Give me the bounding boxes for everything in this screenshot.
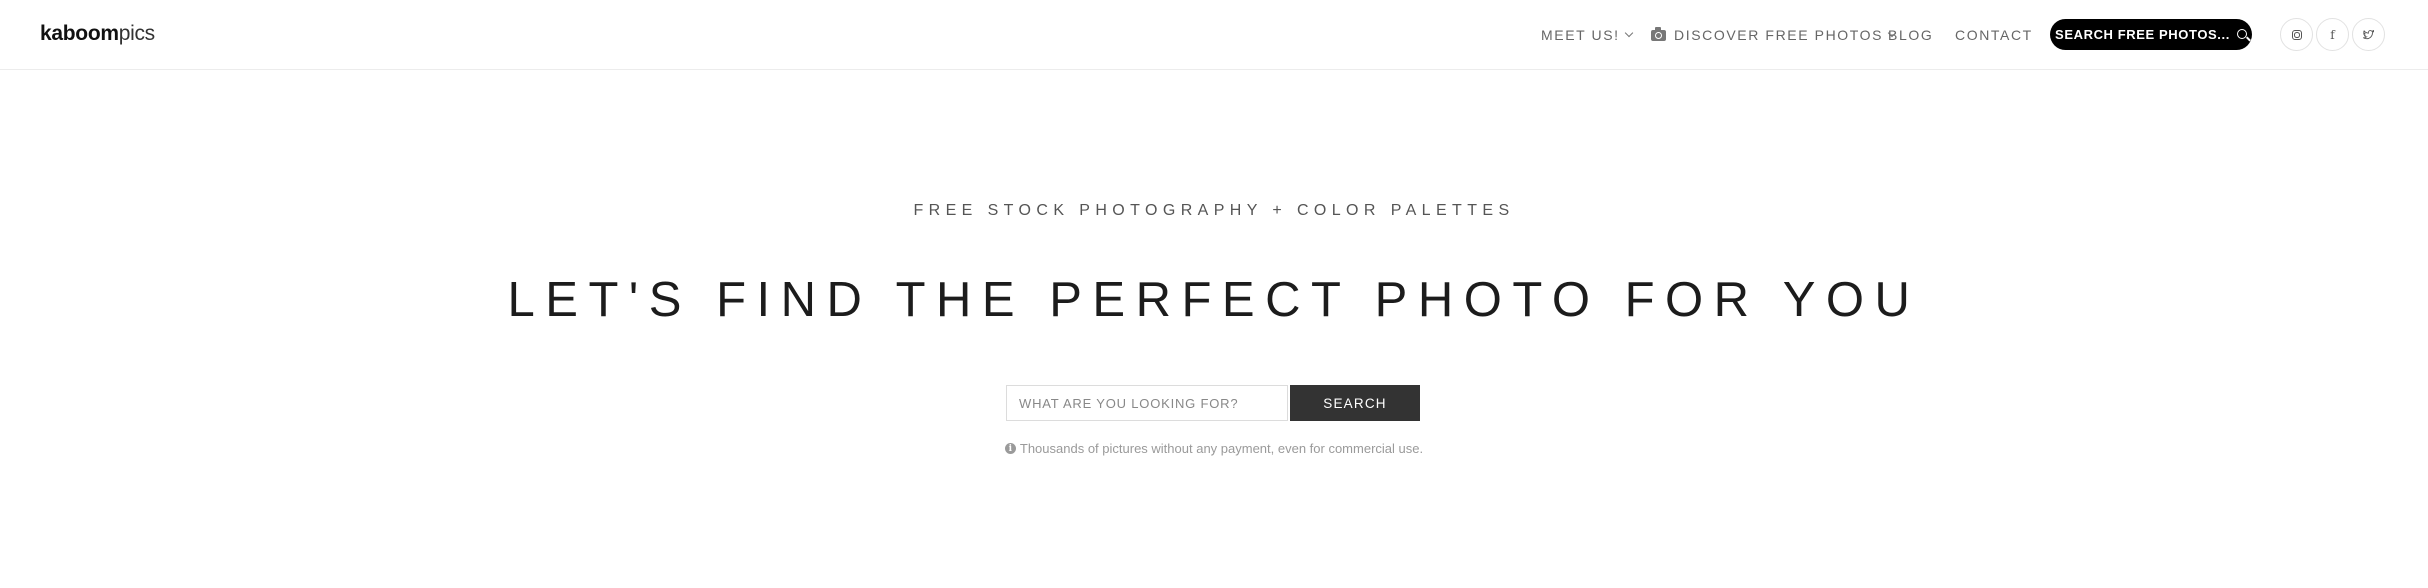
nav-item-blog[interactable]: BLOG bbox=[1888, 0, 1933, 70]
nav-item-discover-label: DISCOVER FREE PHOTOS bbox=[1674, 27, 1884, 43]
twitter-icon bbox=[2363, 29, 2374, 39]
commercial-use-note-text: Thousands of pictures without any paymen… bbox=[1019, 441, 1424, 456]
instagram-link[interactable] bbox=[2280, 18, 2313, 51]
search-button[interactable]: SEARCH bbox=[1290, 385, 1420, 421]
nav-item-contact[interactable]: CONTACT bbox=[1955, 0, 2033, 70]
twitter-link[interactable] bbox=[2352, 18, 2385, 51]
top-navigation-bar: kaboompics MEET US! DISCOVER FREE PHOTOS… bbox=[0, 0, 2428, 70]
logo-light-text: pics bbox=[118, 22, 155, 45]
hero-subtitle: FREE STOCK PHOTOGRAPHY + COLOR PALETTES bbox=[913, 202, 1515, 219]
nav-item-discover-free-photos[interactable]: DISCOVER FREE PHOTOS bbox=[1651, 0, 1897, 70]
search-icon bbox=[2236, 28, 2247, 39]
nav-item-blog-label: BLOG bbox=[1888, 27, 1934, 43]
nav-item-meet-us[interactable]: MEET US! bbox=[1541, 0, 1633, 70]
site-logo[interactable]: kaboompics bbox=[40, 22, 155, 46]
info-icon: i bbox=[1004, 443, 1016, 454]
search-free-photos-label: SEARCH FREE PHOTOS... bbox=[2055, 27, 2230, 42]
instagram-icon bbox=[2291, 29, 2302, 40]
logo-bold-text: kaboom bbox=[40, 22, 119, 45]
search-input[interactable] bbox=[1006, 385, 1288, 421]
facebook-link[interactable]: f bbox=[2316, 18, 2349, 51]
facebook-icon: f bbox=[2330, 27, 2335, 42]
commercial-use-note: i Thousands of pictures without any paym… bbox=[0, 441, 2428, 456]
camera-icon bbox=[1651, 26, 1666, 41]
hero-title: LET'S FIND THE PERFECT PHOTO FOR YOU bbox=[507, 273, 1921, 327]
nav-item-contact-label: CONTACT bbox=[1955, 27, 2033, 43]
chevron-down-icon bbox=[1624, 28, 1633, 38]
nav-item-meet-us-label: MEET US! bbox=[1541, 27, 1620, 43]
search-free-photos-button[interactable]: SEARCH FREE PHOTOS... bbox=[2050, 19, 2252, 50]
